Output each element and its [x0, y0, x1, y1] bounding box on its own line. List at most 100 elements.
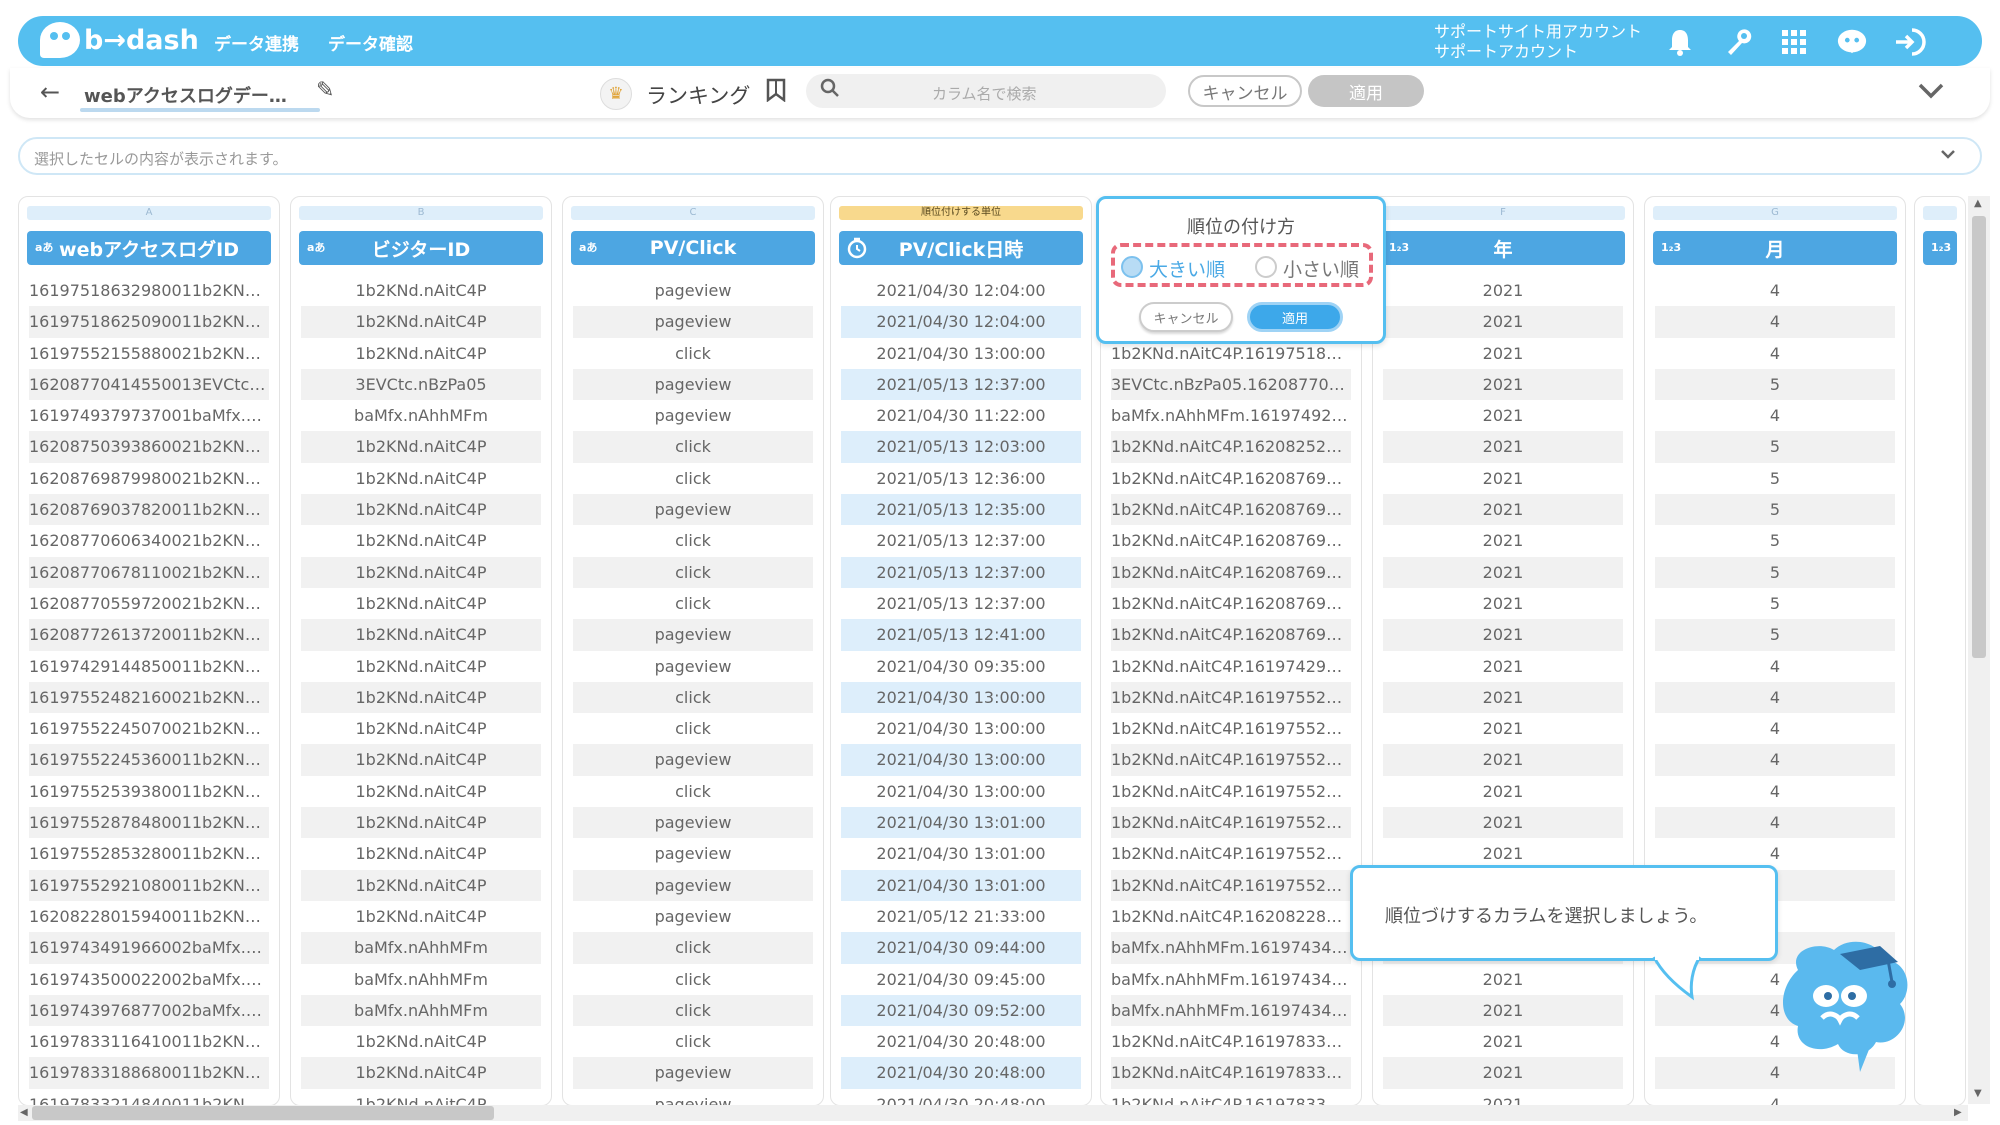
table-cell[interactable]: 1b2KNd.nAitC4P — [301, 776, 541, 807]
chevron-down-icon[interactable] — [1940, 144, 1956, 165]
cell-content-bar[interactable]: 選択したセルの内容が表示されます。 — [18, 137, 1982, 175]
table-cell[interactable]: 2021/04/30 13:01:00 — [841, 869, 1081, 901]
table-cell[interactable]: 1619743500022002baMfx.n... — [29, 964, 269, 995]
table-cell[interactable]: 1b2KNd.nAitC4P — [301, 651, 541, 682]
table-cell[interactable]: 1b2KNd.nAitC4P — [301, 463, 541, 494]
table-cell[interactable]: 2021/04/30 09:35:00 — [841, 651, 1081, 682]
table-cell[interactable]: pageview — [573, 306, 813, 338]
table-cell[interactable]: 1b2KNd.nAitC4P — [301, 275, 541, 306]
table-cell[interactable]: 16208770559720021b2KNd... — [29, 588, 269, 619]
table-cell[interactable]: 2021/04/30 13:01:00 — [841, 838, 1081, 869]
table-cell[interactable]: 1619749379737001baMfx.n... — [29, 400, 269, 431]
table-cell[interactable]: click — [573, 994, 813, 1027]
popover-cancel-button[interactable]: キャンセル — [1139, 302, 1233, 332]
table-cell[interactable]: 2021/04/30 20:48:00 — [841, 1026, 1081, 1057]
column-header-year[interactable]: 1₂3 年 — [1381, 231, 1625, 265]
back-arrow-icon[interactable]: ← — [40, 78, 60, 106]
table-cell[interactable]: 3EVCtc.nBzPa05 — [301, 368, 541, 401]
table-cell[interactable]: 1b2KNd.nAitC4P.161975521... — [1111, 776, 1351, 807]
table-cell[interactable]: 1b2KNd.nAitC4P — [301, 869, 541, 901]
table-cell[interactable]: click — [573, 431, 813, 463]
table-cell[interactable]: 1b2KNd.nAitC4P.161978330... — [1111, 1089, 1351, 1105]
table-cell[interactable]: pageview — [573, 494, 813, 526]
table-cell[interactable]: 2021/05/13 12:37:00 — [841, 588, 1081, 619]
wrench-icon[interactable] — [1722, 26, 1754, 58]
table-cell[interactable]: 2021 — [1383, 1057, 1623, 1089]
column-header-pv-click-datetime[interactable]: PV/Click日時 — [839, 231, 1083, 265]
table-cell[interactable]: 2021/04/30 12:04:00 — [841, 275, 1081, 306]
apply-button[interactable]: 適用 — [1308, 75, 1424, 107]
table-cell[interactable]: click — [573, 1026, 813, 1057]
logout-icon[interactable] — [1894, 26, 1926, 58]
table-cell[interactable]: 16208770414550013EVCtc.... — [29, 368, 269, 401]
table-cell[interactable]: 1b2KNd.nAitC4P — [301, 838, 541, 869]
collapse-chevron-icon[interactable] — [1918, 76, 1944, 106]
column-header-visitor-id[interactable]: aあ ビジターID — [299, 231, 543, 265]
table-cell[interactable]: 2021 — [1383, 275, 1623, 306]
table-cell[interactable]: 2021 — [1383, 744, 1623, 776]
table-cell[interactable]: 1b2KNd.nAitC4P.161975521... — [1111, 838, 1351, 869]
table-cell[interactable]: 1b2KNd.nAitC4P.162087690... — [1111, 525, 1351, 556]
table-cell[interactable]: 1b2KNd.nAitC4P — [301, 619, 541, 651]
table-cell[interactable]: pageview — [573, 807, 813, 839]
table-cell[interactable]: 1b2KNd.nAitC4P — [301, 431, 541, 463]
column-search-input[interactable]: カラム名で検索 — [806, 74, 1166, 108]
column-header-access-log-id[interactable]: aあ webアクセスログID — [27, 231, 271, 265]
table-cell[interactable]: pageview — [573, 368, 813, 401]
table-cell[interactable]: 4 — [1655, 275, 1895, 306]
table-cell[interactable]: pageview — [573, 275, 813, 306]
table-cell[interactable]: 2021 — [1383, 338, 1623, 369]
table-cell[interactable]: 5 — [1655, 525, 1895, 556]
table-cell[interactable]: 2021/04/30 09:45:00 — [841, 964, 1081, 995]
table-cell[interactable]: 1b2KNd.nAitC4P.162087690... — [1111, 494, 1351, 526]
table-cell[interactable]: 2021/04/30 12:04:00 — [841, 306, 1081, 338]
table-cell[interactable]: 5 — [1655, 463, 1895, 494]
table-cell[interactable]: 2021 — [1383, 556, 1623, 588]
radio-ascending[interactable] — [1255, 256, 1277, 278]
table-cell[interactable]: 1b2KNd.nAitC4P.161975521... — [1111, 869, 1351, 901]
table-cell[interactable]: baMfx.nAhhMFm — [301, 400, 541, 431]
table-cell[interactable]: click — [573, 556, 813, 588]
table-cell[interactable]: baMfx.nAhhMFm.161974348... — [1111, 932, 1351, 964]
table-cell[interactable]: 4 — [1655, 1089, 1895, 1105]
table-cell[interactable]: click — [573, 932, 813, 964]
table-cell[interactable]: 16197552245070021b2KNd... — [29, 713, 269, 744]
table-cell[interactable]: 4 — [1655, 713, 1895, 744]
table-cell[interactable]: 1619743976877002baMfx.n... — [29, 994, 269, 1027]
table-cell[interactable]: 1b2KNd.nAitC4P.162087690... — [1111, 619, 1351, 651]
table-cell[interactable]: 1b2KNd.nAitC4P.162087690... — [1111, 463, 1351, 494]
table-cell[interactable]: 2021 — [1383, 681, 1623, 714]
table-cell[interactable]: 1b2KNd.nAitC4P — [301, 525, 541, 556]
table-cell[interactable]: 16197552878480011b2KNd... — [29, 807, 269, 839]
table-cell[interactable]: baMfx.nAhhMFm.161974929... — [1111, 400, 1351, 431]
mascot-icon[interactable] — [1836, 26, 1868, 58]
column-header-pv-click[interactable]: aあ PV/Click — [571, 231, 815, 265]
table-cell[interactable]: 5 — [1655, 494, 1895, 526]
table-cell[interactable]: 1619743491966002baMfx.n... — [29, 932, 269, 964]
table-cell[interactable]: 2021 — [1383, 525, 1623, 556]
table-cell[interactable]: 2021/04/30 13:00:00 — [841, 338, 1081, 369]
table-cell[interactable]: 2021/04/30 13:00:00 — [841, 744, 1081, 776]
table-cell[interactable]: pageview — [573, 1057, 813, 1089]
table-cell[interactable]: 16208769879980021b2KNd... — [29, 463, 269, 494]
table-cell[interactable]: 2021/04/30 13:00:00 — [841, 681, 1081, 714]
table-cell[interactable]: 16197429144850011b2KNd... — [29, 651, 269, 682]
table-cell[interactable]: baMfx.nAhhMFm.161974348... — [1111, 964, 1351, 995]
table-cell[interactable]: 2021 — [1383, 964, 1623, 995]
table-cell[interactable]: 16197552482160021b2KNd... — [29, 681, 269, 714]
nav-data-integration[interactable]: データ連携 — [214, 30, 299, 55]
table-cell[interactable]: pageview — [573, 619, 813, 651]
table-cell[interactable]: 2021/05/13 12:03:00 — [841, 431, 1081, 463]
table-cell[interactable]: click — [573, 588, 813, 619]
table-cell[interactable]: 1b2KNd.nAitC4P — [301, 807, 541, 839]
table-cell[interactable]: 2021 — [1383, 651, 1623, 682]
table-cell[interactable]: 1b2KNd.nAitC4P.161974291... — [1111, 651, 1351, 682]
table-cell[interactable]: 16197833116410011b2KNd... — [29, 1026, 269, 1057]
radio-ascending-label[interactable]: 小さい順 — [1283, 255, 1359, 282]
table-cell[interactable]: 2021/04/30 13:01:00 — [841, 807, 1081, 839]
table-cell[interactable]: 16197833214840011b2KNd... — [29, 1089, 269, 1105]
table-cell[interactable]: 1b2KNd.nAitC4P — [301, 338, 541, 369]
table-cell[interactable]: 5 — [1655, 619, 1895, 651]
table-cell[interactable]: baMfx.nAhhMFm.161974348... — [1111, 994, 1351, 1027]
table-cell[interactable]: 5 — [1655, 556, 1895, 588]
